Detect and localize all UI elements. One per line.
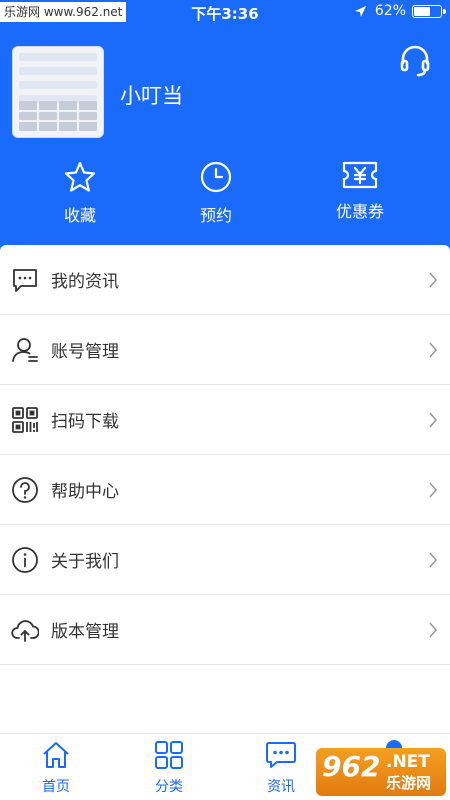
home-icon	[43, 742, 69, 768]
watermark-name: 乐游网	[386, 774, 432, 792]
help-icon	[12, 476, 38, 503]
chevron-right-icon	[429, 552, 438, 568]
tab-label: 资讯	[267, 779, 295, 795]
menu-item-help-center[interactable]: 帮助中心	[0, 455, 450, 525]
menu-label: 关于我们	[51, 552, 119, 572]
message-icon	[13, 268, 37, 292]
chevron-right-icon	[429, 622, 438, 638]
menu-label: 账号管理	[51, 342, 119, 362]
location-arrow-icon	[354, 5, 366, 17]
tab-news[interactable]: 资讯	[241, 740, 321, 796]
info-icon	[12, 546, 38, 573]
tab-label: 首页	[42, 779, 70, 795]
chat-icon	[266, 742, 296, 768]
coupon-label: 优惠券	[335, 202, 384, 221]
coupon-button[interactable]: 优惠券	[300, 160, 420, 222]
favorites-label: 收藏	[63, 206, 96, 225]
menu-item-account[interactable]: 账号管理	[0, 315, 450, 385]
clock-icon	[200, 161, 232, 193]
menu-label: 扫码下载	[51, 412, 119, 432]
user-icon	[12, 337, 38, 362]
menu-list: 我的资讯 账号管理 扫码下载 帮助中心 关于我们 版本管理	[0, 245, 450, 665]
avatar[interactable]	[12, 46, 104, 138]
menu-label: 我的资讯	[51, 272, 119, 292]
ticket-icon	[342, 161, 378, 189]
chevron-right-icon	[429, 412, 438, 428]
menu-item-scan-download[interactable]: 扫码下载	[0, 385, 450, 455]
tab-category[interactable]: 分类	[129, 740, 209, 796]
chevron-right-icon	[429, 342, 438, 358]
chevron-right-icon	[429, 272, 438, 288]
status-bar: 乐游网 www.962.net 下午3:36 62%	[0, 0, 450, 24]
qrcode-icon	[12, 406, 38, 433]
menu-item-my-news[interactable]: 我的资讯	[0, 245, 450, 315]
watermark-suffix: .NET	[386, 752, 430, 772]
battery-percent: 62%	[374, 3, 406, 19]
menu-item-about-us[interactable]: 关于我们	[0, 525, 450, 595]
status-right: 62%	[354, 3, 446, 19]
profile-header: 小叮当 收藏 预约 优惠券	[0, 0, 450, 260]
reservation-label: 预约	[199, 206, 232, 225]
grid-icon	[155, 741, 183, 769]
battery-icon	[412, 4, 446, 18]
watermark-logo: 962 .NET 乐游网	[316, 748, 446, 796]
tab-home[interactable]: 首页	[16, 740, 96, 796]
headset-icon[interactable]	[398, 44, 432, 78]
watermark-number: 962	[322, 750, 381, 783]
username[interactable]: 小叮当	[120, 80, 183, 110]
menu-label: 帮助中心	[51, 482, 119, 502]
reservation-button[interactable]: 预约	[156, 160, 276, 226]
tab-label: 分类	[155, 779, 183, 795]
menu-label: 版本管理	[51, 622, 119, 642]
cloud-upload-icon	[11, 619, 39, 642]
favorites-button[interactable]: 收藏	[20, 160, 140, 226]
menu-item-version[interactable]: 版本管理	[0, 595, 450, 665]
chevron-right-icon	[429, 482, 438, 498]
star-icon	[64, 161, 96, 192]
